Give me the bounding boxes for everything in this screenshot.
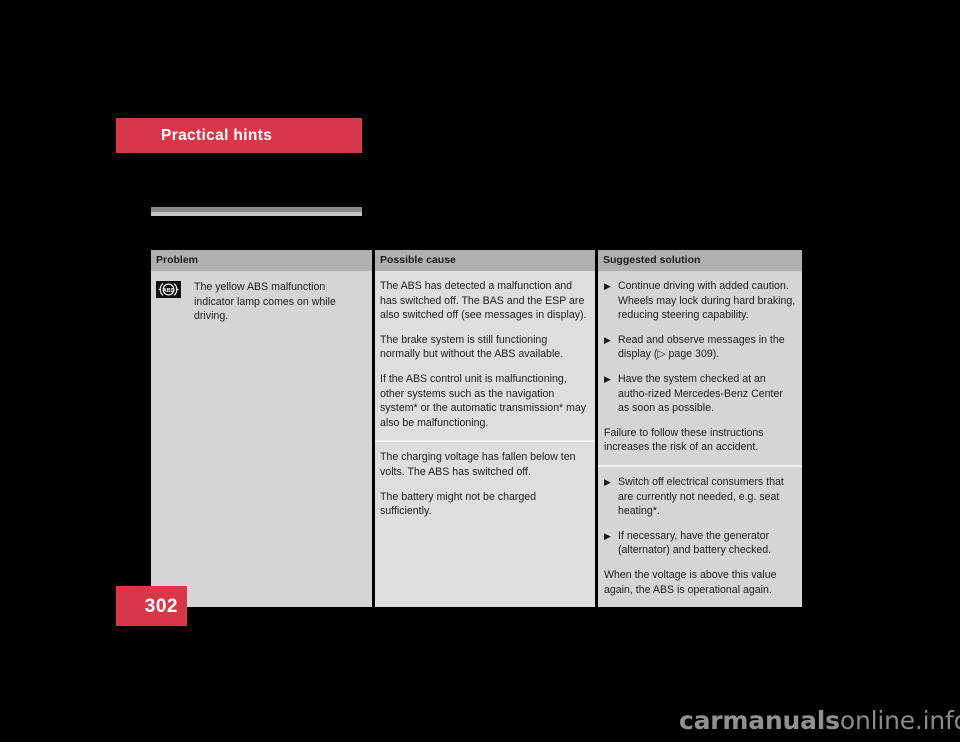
column-possible-cause: The ABS has detected a malfunction and h… [375,271,595,608]
solution-bullet: ▶ Have the system checked at an autho-ri… [604,372,796,416]
cause-paragraph: The brake system is still functioning no… [380,333,564,361]
table-row-solution-2: ▶ Switch off electrical consumers that a… [598,467,802,607]
column-header-possible-cause: Possible cause [375,250,595,271]
solution-bullet: ▶ Switch off electrical consumers that a… [604,475,796,519]
cause-paragraph: The battery might not be charged suffici… [380,490,537,518]
column-header-suggested-solution: Suggested solution [598,250,802,271]
section-title: Practical hints [161,127,273,144]
cause-paragraph: If the ABS control unit is malfunctionin… [380,372,587,429]
manual-page: Practical hints Problem Possible cause S… [0,0,960,742]
solution-bullet-text: If necessary, have the generator (altern… [618,529,772,557]
solution-bullet: ▶ Read and observe messages in the displ… [604,333,796,362]
watermark: carmanualsonline.info [679,706,960,735]
column-header-problem: Problem [151,250,372,271]
svg-text:ABS: ABS [163,288,174,294]
table-header-row: Problem Possible cause Suggested solutio… [151,250,802,271]
solution-bullet-text: Have the system checked at an autho-rize… [618,372,783,415]
cause-paragraph: The charging voltage has fallen below te… [380,451,576,478]
table-row-cause-1: The ABS has detected a malfunction and h… [375,271,595,440]
solution-note: When the voltage is above this value aga… [604,568,777,596]
watermark-light: online.info [839,706,960,735]
problem-description: The yellow ABS malfunction indicator lam… [194,281,336,323]
solution-bullet-text: Switch off electrical consumers that are… [618,475,784,518]
bullet-triangle-icon: ▶ [604,373,611,384]
column-suggested-solution: ▶ Continue driving with added caution. W… [598,271,802,608]
watermark-strong: carmanuals [679,706,840,735]
table-row: ABS The yellow ABS malfunction indicator… [151,271,372,334]
solution-bullet: ▶ Continue driving with added caution. W… [604,279,796,323]
divider-light-bar [151,212,362,216]
section-banner: Practical hints [116,118,362,153]
solution-bullet-text: Read and observe messages in the display… [618,333,785,361]
header-divider [151,207,362,217]
table-row-cause-2: The charging voltage has fallen below te… [375,442,595,528]
bullet-triangle-icon: ▶ [604,281,611,291]
bullet-triangle-icon: ▶ [604,530,611,541]
solution-note: Failure to follow these instructions inc… [604,426,764,454]
table-body: ABS The yellow ABS malfunction indicator… [151,271,802,608]
bullet-triangle-icon: ▶ [604,334,611,345]
page-number-box: 302 [116,586,187,626]
troubleshooting-table: Problem Possible cause Suggested solutio… [151,250,802,608]
page-number: 302 [144,596,178,617]
abs-warning-lamp-icon: ABS [156,281,181,298]
solution-bullet: ▶ If necessary, have the generator (alte… [604,529,796,558]
cause-paragraph: The ABS has detected a malfunction and h… [380,280,587,322]
bullet-triangle-icon: ▶ [604,476,611,487]
table-row-solution-1: ▶ Continue driving with added caution. W… [598,271,802,465]
solution-bullet-text: Continue driving with added caution. Whe… [618,280,796,322]
column-problem: ABS The yellow ABS malfunction indicator… [151,271,372,608]
